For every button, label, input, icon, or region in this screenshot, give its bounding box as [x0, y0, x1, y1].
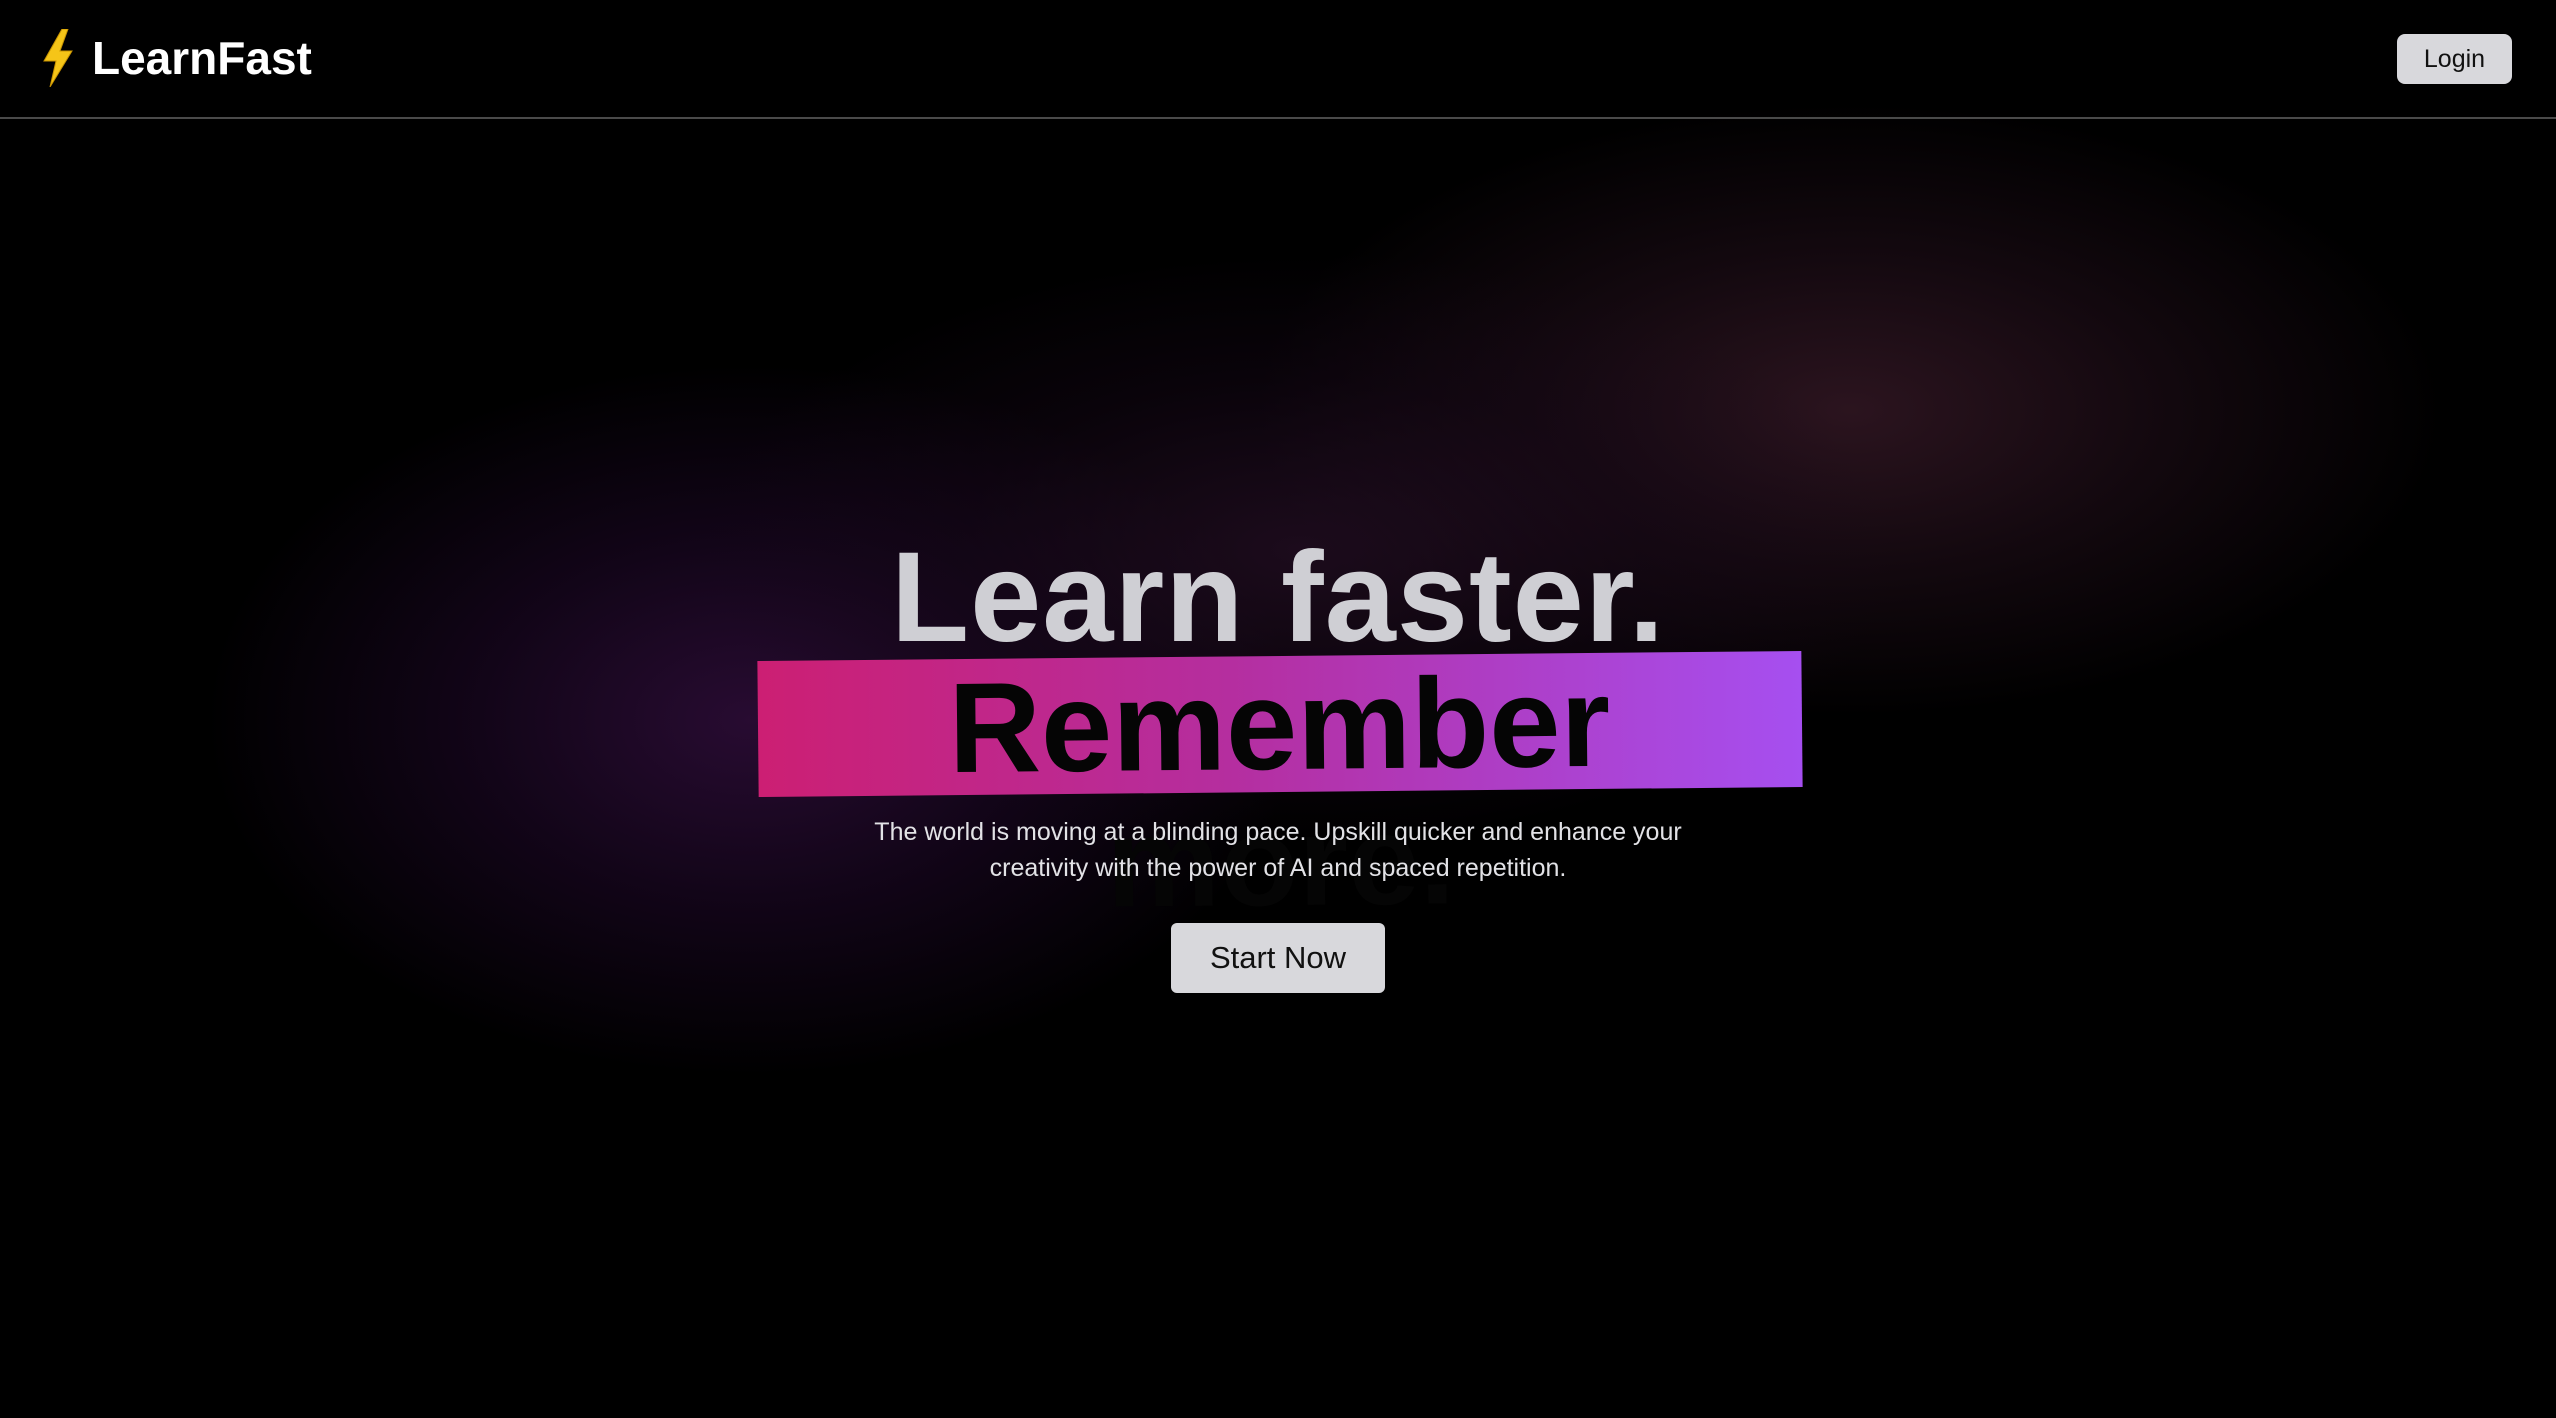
- start-now-button[interactable]: Start Now: [1171, 923, 1385, 993]
- landing-page: LearnFast Login Learn faster. Remember m…: [0, 0, 2556, 1418]
- top-navbar: LearnFast Login: [0, 0, 2556, 119]
- lightning-bolt-icon: [43, 29, 73, 87]
- hero-section: Learn faster. Remember more. The world i…: [0, 0, 2556, 1418]
- login-button[interactable]: Login: [2397, 34, 2512, 84]
- hero-subtitle: The world is moving at a blinding pace. …: [874, 818, 1682, 882]
- headline-primary: Learn faster.: [890, 526, 1666, 669]
- brand-logo[interactable]: LearnFast: [40, 28, 312, 88]
- headline-secondary: Remember more.: [947, 650, 1611, 935]
- brand-name: LearnFast: [92, 32, 312, 84]
